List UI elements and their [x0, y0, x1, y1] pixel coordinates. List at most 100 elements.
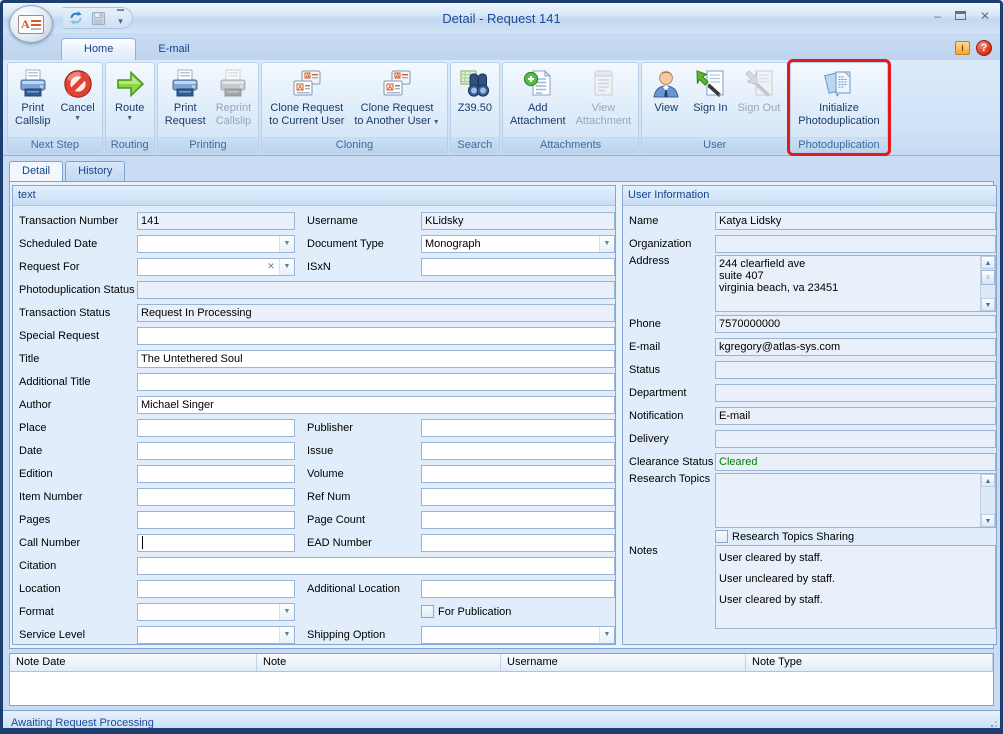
document-type-field[interactable]: Monograph ▼ [421, 235, 615, 253]
pages-field[interactable] [137, 511, 295, 529]
minimize-button[interactable]: – [934, 9, 941, 23]
scroll-up-icon[interactable]: ▲ [981, 474, 995, 487]
column-header-note[interactable]: Note [257, 654, 501, 671]
qat-customize-icon[interactable]: ▔▾ [117, 12, 124, 24]
scroll-down-icon[interactable]: ▼ [981, 298, 995, 311]
chevron-down-icon[interactable]: ▼ [279, 604, 294, 620]
application-menu-button[interactable]: A [9, 5, 53, 43]
author-field[interactable]: Michael Singer [137, 396, 615, 414]
chevron-down-icon[interactable]: ▼ [431, 119, 440, 126]
chevron-down-icon[interactable]: ▼ [599, 627, 614, 643]
maximize-button[interactable] [955, 11, 966, 20]
chevron-down-icon[interactable]: ▼ [126, 115, 133, 123]
chevron-down-icon[interactable]: ▼ [279, 259, 294, 275]
item-number-label: Item Number [19, 491, 137, 503]
close-button[interactable]: ✕ [980, 9, 990, 23]
username-field: KLidsky [421, 212, 615, 230]
special-request-field[interactable] [137, 327, 615, 345]
form-row: PlacePublisher [13, 416, 615, 439]
view-attachment-button: ViewAttachment [571, 65, 637, 128]
tab-email[interactable]: E-mail [136, 39, 211, 60]
add-attachment-button[interactable]: AddAttachment [505, 65, 571, 128]
tab-history[interactable]: History [65, 161, 125, 181]
column-header-note-type[interactable]: Note Type [746, 654, 993, 671]
transaction-status-label: Transaction Status [19, 307, 137, 319]
column-header-note-date[interactable]: Note Date [10, 654, 257, 671]
scroll-down-icon[interactable]: ▼ [981, 514, 995, 527]
format-field[interactable]: ▼ [137, 603, 295, 621]
clone-request-current-user-button[interactable]: AAClone Requestto Current User [264, 65, 349, 128]
route-button[interactable]: Route▼ [108, 65, 152, 123]
clear-icon[interactable]: ✕ [264, 259, 278, 275]
title-field[interactable]: The Untethered Soul [137, 350, 615, 368]
additional-title-field[interactable] [137, 373, 615, 391]
service-level-field[interactable]: ▼ [137, 626, 295, 644]
refresh-icon[interactable] [67, 9, 85, 27]
notes-grid: Note DateNoteUsernameNote Type [9, 653, 994, 706]
resize-grip[interactable] [987, 721, 997, 731]
form-row: Address244 clearfield ave suite 407 virg… [623, 255, 996, 312]
chevron-down-icon[interactable]: ▼ [279, 627, 294, 643]
scrollbar[interactable]: ▲≡ ▼ [980, 256, 995, 311]
research-topics-sharing-checkbox[interactable] [715, 530, 728, 543]
form-row: LocationAdditional Location [13, 577, 615, 600]
button-label: InitializePhotoduplication [798, 102, 879, 128]
isxn-field[interactable] [421, 258, 615, 276]
view-user-button[interactable]: View [644, 65, 688, 115]
request-for-field[interactable]: ✕▼ [137, 258, 295, 276]
photoduplication-icon [822, 67, 856, 101]
publisher-field[interactable] [421, 419, 615, 437]
notification-flag-icon[interactable]: i [955, 41, 970, 55]
place-field[interactable] [137, 419, 295, 437]
scroll-thumb[interactable]: ≡ [981, 270, 995, 285]
column-header-username[interactable]: Username [501, 654, 746, 671]
tab-detail[interactable]: Detail [9, 161, 63, 181]
document-type-value: Monograph [425, 238, 481, 250]
page-count-field[interactable] [421, 511, 615, 529]
form-row: Clearance StatusCleared [623, 450, 996, 473]
scroll-up-icon[interactable]: ▲ [981, 256, 995, 269]
z3950-search-button[interactable]: Z39.50 [453, 65, 497, 115]
print-callslip-button[interactable]: PrintCallslip [10, 65, 55, 128]
application-window: A ▔▾ Detail - Request 141 – ✕ Home E-mai… [0, 0, 1003, 734]
form-row: Research Topics Sharing [623, 528, 996, 545]
view-attachment-icon [586, 67, 620, 101]
call-number-field[interactable] [137, 534, 295, 552]
form-row: NotificationE-mail [623, 404, 996, 427]
ribbon-group-label: User [642, 137, 787, 152]
for-publication-checkbox[interactable] [421, 605, 434, 618]
print-request-button[interactable]: PrintRequest [160, 65, 211, 128]
chevron-down-icon[interactable]: ▼ [74, 115, 81, 123]
notes-grid-body[interactable] [10, 672, 993, 705]
issue-field[interactable] [421, 442, 615, 460]
ref-num-field[interactable] [421, 488, 615, 506]
sign-in-button[interactable]: Sign In [688, 65, 732, 115]
edition-field[interactable] [137, 465, 295, 483]
name-value: Katya Lidsky [719, 215, 781, 227]
chevron-down-icon[interactable]: ▼ [599, 236, 614, 252]
clone-request-another-user-button[interactable]: AAClone Requestto Another User ▼ [349, 65, 444, 128]
volume-field[interactable] [421, 465, 615, 483]
date-field[interactable] [137, 442, 295, 460]
chevron-down-icon[interactable]: ▼ [279, 236, 294, 252]
status-label: Status [629, 364, 715, 376]
scrollbar[interactable]: ▲▼ [980, 474, 995, 527]
tab-home[interactable]: Home [61, 38, 136, 60]
shipping-option-field[interactable]: ▼ [421, 626, 615, 644]
ead-number-field[interactable] [421, 534, 615, 552]
initialize-photoduplication-button[interactable]: InitializePhotoduplication [793, 65, 884, 128]
location-field[interactable] [137, 580, 295, 598]
citation-field[interactable] [137, 557, 615, 575]
cloning-group: AAClone Requestto Current UserAAClone Re… [261, 62, 448, 153]
search-group: Z39.50Search [450, 62, 500, 153]
cancel-button[interactable]: Cancel▼ [55, 65, 99, 123]
additional-location-field[interactable] [421, 580, 615, 598]
printing-group: PrintRequestReprintCallslipPrinting [157, 62, 259, 153]
help-icon[interactable]: ? [976, 40, 992, 56]
scheduled-date-field[interactable]: ▼ [137, 235, 295, 253]
item-number-field[interactable] [137, 488, 295, 506]
clone-card-icon: AA [290, 67, 324, 101]
svg-text:A: A [396, 74, 400, 80]
user-group: ViewSign InSign OutUser [641, 62, 788, 153]
form-row: Research Topics▲▼ [623, 473, 996, 528]
